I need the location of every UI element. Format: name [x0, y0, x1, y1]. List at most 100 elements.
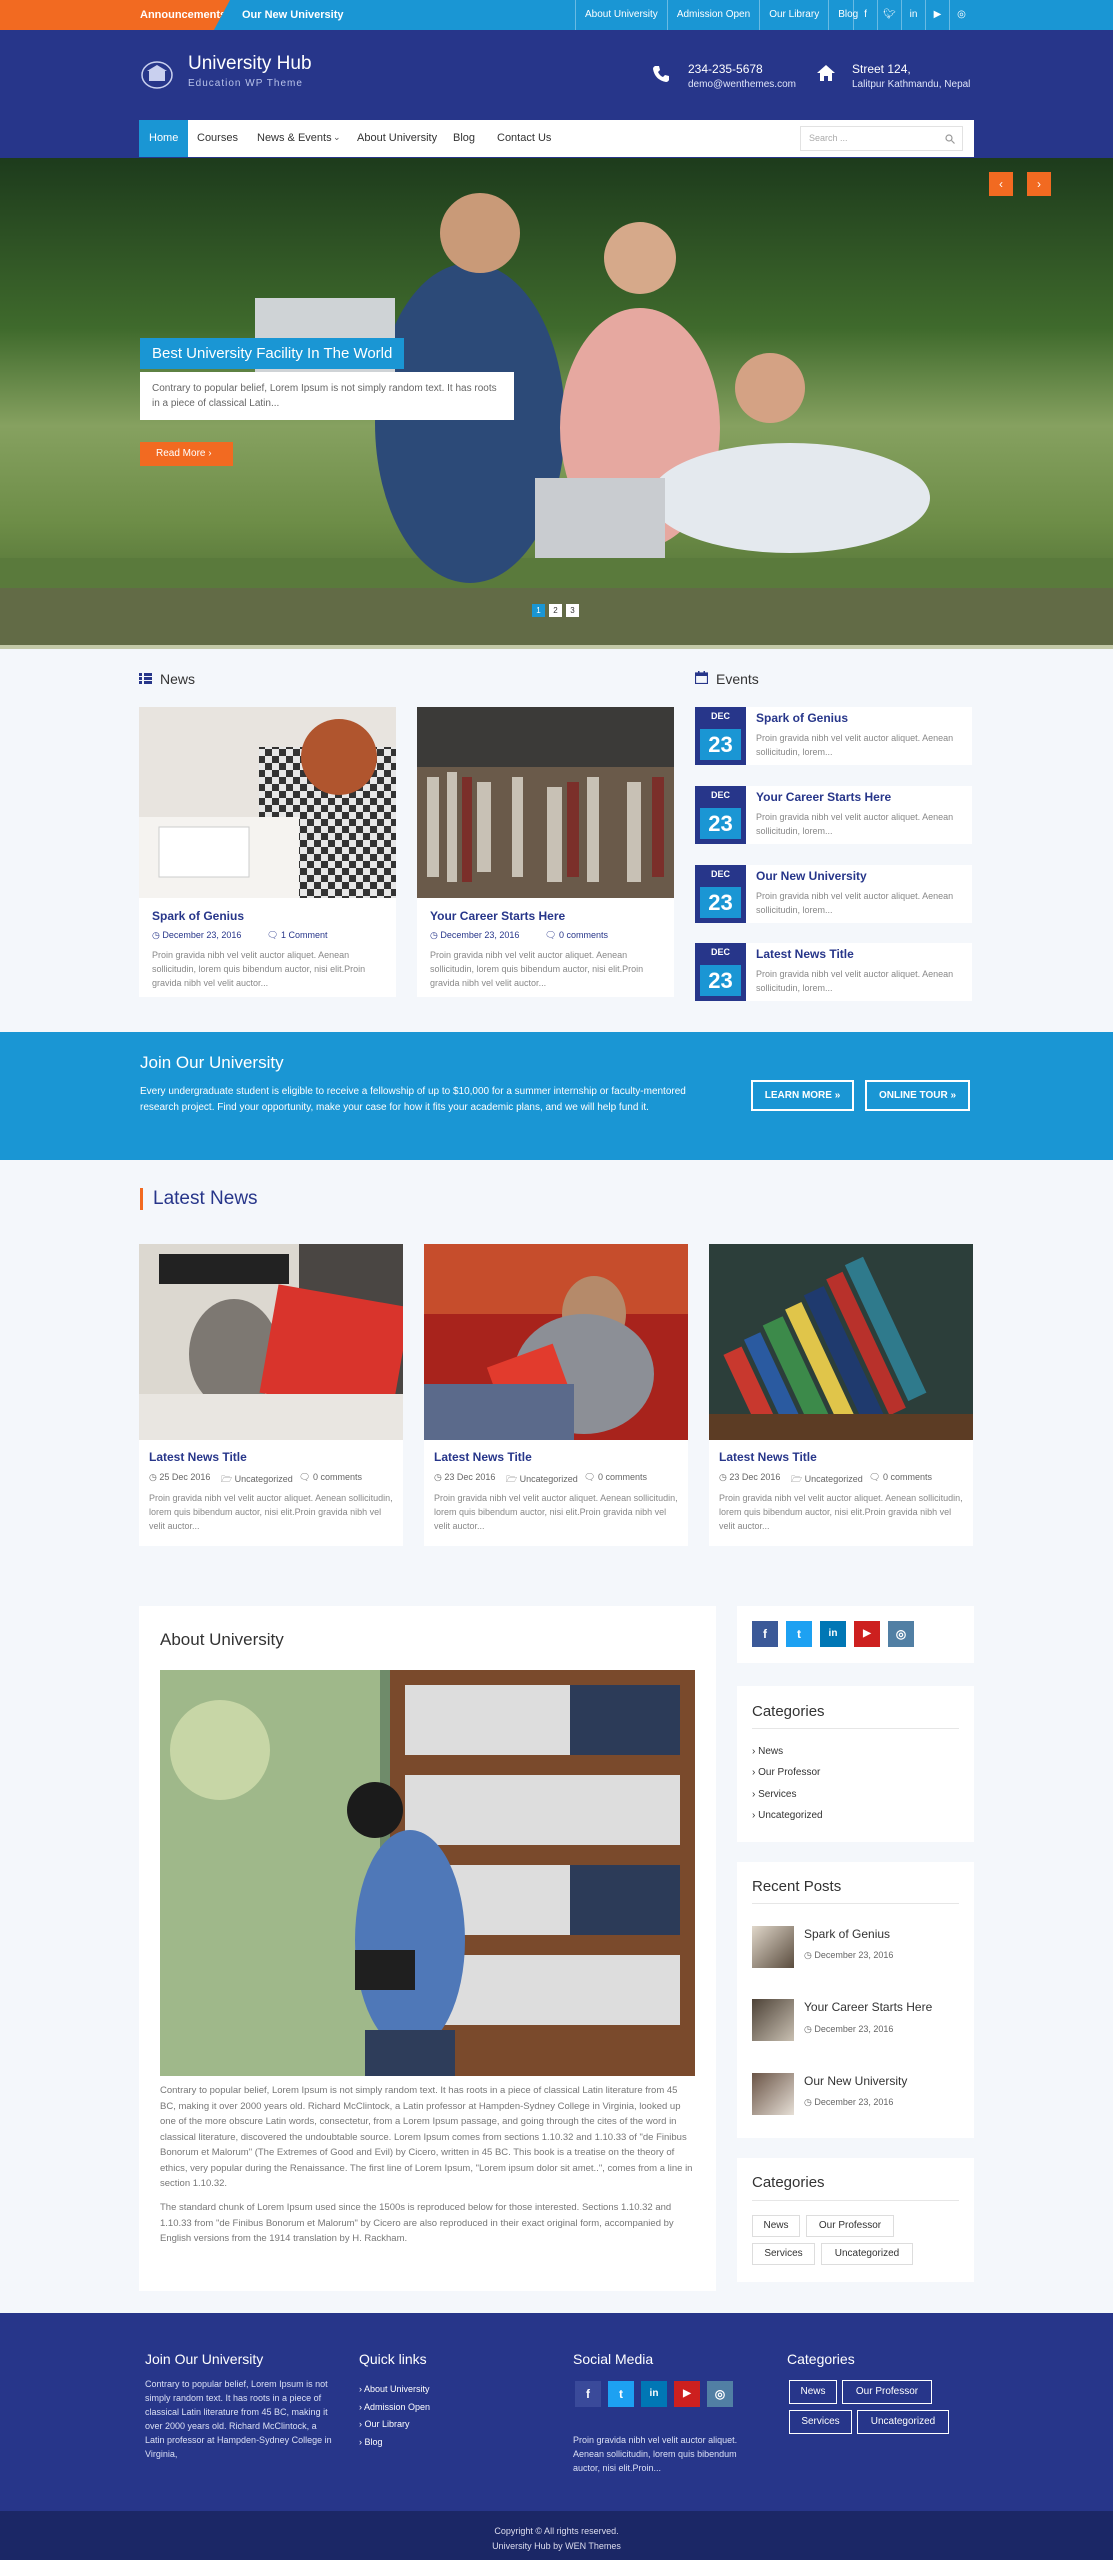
- slide-title[interactable]: Best University Facility In The World: [140, 338, 405, 369]
- slider-prev-button[interactable]: ‹: [989, 172, 1013, 196]
- latest-news-image[interactable]: [709, 1244, 973, 1491]
- nav-courses[interactable]: Courses: [187, 120, 248, 157]
- tag-our-professor[interactable]: Our Professor: [806, 2215, 894, 2237]
- top-link-admission[interactable]: Admission Open: [666, 0, 759, 30]
- nav-home[interactable]: Home: [139, 120, 189, 157]
- nav-contact-us[interactable]: Contact Us: [487, 120, 561, 157]
- latest-news-title[interactable]: Latest News Title: [434, 1450, 532, 1464]
- slider-page-3[interactable]: 3: [566, 604, 579, 617]
- category-link-uncategorized[interactable]: › Uncategorized: [752, 1810, 823, 1821]
- slider-page-1[interactable]: 1: [532, 604, 545, 617]
- news-excerpt: Proin gravida nibh vel velit auctor aliq…: [152, 950, 366, 988]
- news-image[interactable]: [417, 707, 674, 898]
- news-date: ◷ December 23, 2016: [152, 930, 242, 940]
- latest-news-comments[interactable]: 🗨︎ 0 comments: [299, 1472, 362, 1483]
- news-title[interactable]: Your Career Starts Here: [430, 909, 565, 923]
- phone-number[interactable]: 234-235-5678: [688, 62, 796, 76]
- latest-news-category[interactable]: 🗁︎ Uncategorized: [506, 1472, 578, 1488]
- twitter-icon[interactable]: t: [608, 2381, 634, 2407]
- recent-post-thumbnail[interactable]: [752, 2073, 794, 2115]
- event-item[interactable]: DEC 23 Spark of Genius Proin gravida nibh…: [695, 707, 972, 765]
- event-month: DEC: [710, 869, 730, 879]
- linkedin-icon[interactable]: in: [901, 0, 925, 30]
- recent-post-title[interactable]: Spark of Genius: [804, 1927, 890, 1941]
- latest-news-title[interactable]: Latest News Title: [719, 1450, 817, 1464]
- event-item[interactable]: DEC 23 Your Career Starts Here Proin grav…: [695, 786, 972, 844]
- recent-post-thumbnail[interactable]: [752, 1999, 794, 2041]
- top-link-about[interactable]: About University: [575, 0, 667, 30]
- event-title[interactable]: Your Career Starts Here: [756, 790, 891, 804]
- nav-about-university[interactable]: About University: [347, 120, 447, 157]
- footer-link-about[interactable]: › About University: [359, 2384, 430, 2394]
- latest-news-image[interactable]: [139, 1244, 411, 1440]
- footer-link-blog[interactable]: › Blog: [359, 2437, 383, 2447]
- latest-news-category[interactable]: 🗁︎ Uncategorized: [791, 1472, 863, 1488]
- latest-news-card[interactable]: Latest News Title ◷ 25 Dec 2016 🗁︎ Uncat…: [139, 1244, 411, 1546]
- instagram-icon[interactable]: ◎: [949, 0, 973, 30]
- latest-news-comments[interactable]: 🗨︎ 0 comments: [584, 1472, 647, 1483]
- slider-page-2[interactable]: 2: [549, 604, 562, 617]
- learn-more-button[interactable]: LEARN MORE »: [751, 1080, 854, 1111]
- read-more-button[interactable]: Read More ›: [140, 442, 233, 466]
- news-comments[interactable]: 🗨︎ 1 Comment: [267, 930, 327, 941]
- news-card[interactable]: Spark of Genius ◷ December 23, 2016 🗨︎ 1…: [139, 707, 396, 997]
- email-address[interactable]: demo@wenthemes.com: [688, 79, 796, 90]
- slider-next-button[interactable]: ›: [1027, 172, 1051, 196]
- footer-link-admission[interactable]: › Admission Open: [359, 2402, 430, 2412]
- university-logo-icon[interactable]: [140, 60, 174, 90]
- latest-news-card[interactable]: Latest News Title ◷ 23 Dec 2016 🗁︎ Uncat…: [424, 1244, 688, 1546]
- twitter-icon[interactable]: t: [786, 1621, 812, 1647]
- latest-news-title[interactable]: Latest News Title: [149, 1450, 247, 1464]
- recent-post-title[interactable]: Our New University: [804, 2074, 907, 2088]
- linkedin-icon[interactable]: in: [820, 1621, 846, 1647]
- search-input[interactable]: Search ...: [800, 126, 963, 151]
- online-tour-button[interactable]: ONLINE TOUR »: [865, 1080, 970, 1111]
- tag-news[interactable]: News: [752, 2215, 800, 2237]
- footer-tag-news[interactable]: News: [789, 2380, 837, 2404]
- category-link-news[interactable]: › News: [752, 1746, 783, 1757]
- search-icon[interactable]: [945, 134, 955, 144]
- instagram-icon[interactable]: ◎: [888, 1621, 914, 1647]
- event-title[interactable]: Latest News Title: [756, 947, 854, 961]
- top-link-library[interactable]: Our Library: [759, 0, 828, 30]
- news-title[interactable]: Spark of Genius: [152, 909, 244, 923]
- event-item[interactable]: DEC 23 Our New University Proin gravida n…: [695, 865, 972, 923]
- chevron-down-icon[interactable]: ⌄: [333, 132, 341, 143]
- youtube-icon[interactable]: ▶: [854, 1621, 880, 1647]
- event-title[interactable]: Spark of Genius: [756, 711, 848, 725]
- facebook-icon[interactable]: f: [853, 0, 877, 30]
- tag-uncategorized[interactable]: Uncategorized: [821, 2243, 913, 2265]
- linkedin-icon[interactable]: in: [641, 2381, 667, 2407]
- latest-news-card[interactable]: Latest News Title ◷ 23 Dec 2016 🗁︎ Uncat…: [709, 1244, 973, 1546]
- youtube-icon[interactable]: ▶: [925, 0, 949, 30]
- facebook-icon[interactable]: f: [575, 2381, 601, 2407]
- category-link-services[interactable]: › Services: [752, 1789, 796, 1800]
- facebook-icon[interactable]: f: [752, 1621, 778, 1647]
- recent-post-title[interactable]: Your Career Starts Here: [804, 2000, 932, 2014]
- credit-text[interactable]: University Hub by WEN Themes: [0, 2541, 1113, 2551]
- site-title[interactable]: University Hub: [188, 53, 312, 75]
- category-link-our-professor[interactable]: › Our Professor: [752, 1767, 820, 1778]
- event-title[interactable]: Our New University: [756, 869, 867, 883]
- announcement-link[interactable]: Our New University: [242, 0, 343, 30]
- footer-link-library[interactable]: › Our Library: [359, 2419, 410, 2429]
- tag-services[interactable]: Services: [752, 2243, 815, 2265]
- twitter-icon[interactable]: 🐦︎: [877, 0, 901, 30]
- nav-blog[interactable]: Blog: [443, 120, 485, 157]
- youtube-icon[interactable]: ▶: [674, 2381, 700, 2407]
- recent-post-thumbnail[interactable]: [752, 1926, 794, 1968]
- slide-text: Contrary to popular belief, Lorem Ipsum …: [140, 372, 514, 420]
- event-item[interactable]: DEC 23 Latest News Title Proin gravida ni…: [695, 943, 972, 1001]
- news-card[interactable]: Your Career Starts Here ◷ December 23, 2…: [417, 707, 674, 997]
- footer-tag-uncategorized[interactable]: Uncategorized: [857, 2410, 949, 2434]
- news-image[interactable]: [139, 707, 396, 898]
- latest-news-category[interactable]: 🗁︎ Uncategorized: [221, 1472, 293, 1488]
- latest-news-date: ◷ 23 Dec 2016: [434, 1472, 496, 1482]
- nav-news-events[interactable]: News & Events: [247, 120, 342, 157]
- footer-tag-our-professor[interactable]: Our Professor: [842, 2380, 932, 2404]
- latest-news-comments[interactable]: 🗨︎ 0 comments: [869, 1472, 932, 1483]
- instagram-icon[interactable]: ◎: [707, 2381, 733, 2407]
- footer-tag-services[interactable]: Services: [789, 2410, 852, 2434]
- news-comments[interactable]: 🗨︎ 0 comments: [545, 930, 608, 941]
- latest-news-image[interactable]: [424, 1244, 688, 1440]
